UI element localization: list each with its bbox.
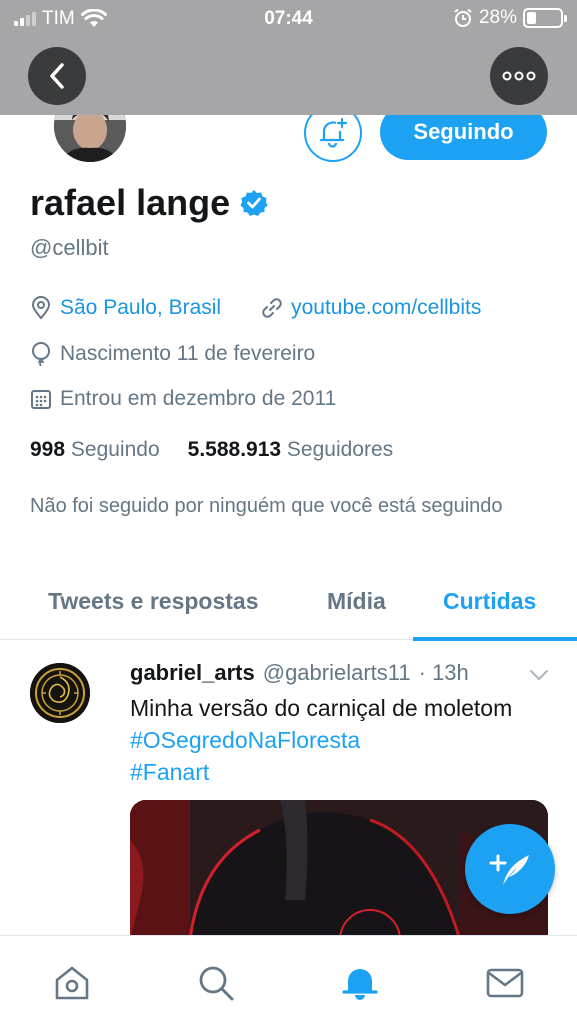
battery-fill	[527, 12, 536, 24]
tweet-author-avatar[interactable]	[30, 663, 90, 723]
profile-name: rafael lange	[30, 182, 231, 223]
link-icon	[262, 298, 282, 318]
nav-home[interactable]	[50, 961, 94, 1005]
battery-percent: 28%	[478, 7, 517, 28]
followers-count-link[interactable]: 5.588.913 Seguidores	[188, 438, 394, 462]
tab-tweets-replies[interactable]: Tweets e respostas	[48, 588, 259, 615]
status-bar: TIM 07:44 28%	[0, 0, 577, 38]
hashtag-link[interactable]: #Fanart	[130, 759, 209, 785]
birthday-text: Nascimento 11 de fevereiro	[60, 342, 316, 365]
following-count: 998	[30, 438, 66, 461]
tweet-body: Minha versão do carniçal de moletom	[130, 695, 513, 721]
search-icon	[199, 966, 234, 1001]
following-count-link[interactable]: 998 Seguindo	[30, 438, 160, 462]
nav-notifications[interactable]	[338, 961, 382, 1005]
more-options-button[interactable]	[490, 47, 548, 105]
profile-tabs: Tweets e respostas Mídia Curtidas	[0, 574, 577, 641]
chevron-down-icon	[530, 670, 548, 680]
nav-search[interactable]	[194, 961, 238, 1005]
location-pin-icon	[31, 296, 51, 320]
tab-media[interactable]: Mídia	[327, 588, 386, 615]
birthday-row: Nascimento 11 de fevereiro	[30, 342, 315, 366]
compose-tweet-icon	[489, 854, 529, 885]
tweet-time: · 13h	[418, 660, 469, 685]
verified-badge-icon	[240, 190, 268, 216]
tweet-avatar-image	[30, 663, 90, 723]
back-button[interactable]	[28, 47, 86, 105]
profile-handle: @cellbit	[30, 235, 109, 260]
tab-likes[interactable]: Curtidas	[443, 588, 536, 615]
profile-header: TIM 07:44 28%	[0, 0, 577, 115]
bottom-nav	[0, 935, 577, 1024]
hashtag-link[interactable]: #OSegredoNaFloresta	[130, 727, 360, 753]
messages-icon	[486, 968, 524, 998]
bell-plus-icon	[319, 117, 348, 148]
calendar-icon	[31, 390, 51, 409]
more-horizontal-icon	[502, 71, 536, 81]
profile-name-row: rafael lange	[30, 182, 268, 224]
active-tab-indicator	[413, 637, 577, 641]
compose-tweet-button[interactable]	[465, 824, 555, 914]
following-label: Seguindo	[70, 438, 160, 461]
tweet-author-name[interactable]: gabriel_arts	[130, 660, 255, 686]
tweet-header: gabriel_arts @gabrielarts11 · 13h	[130, 660, 469, 686]
follow-counts: 998 Seguindo 5.588.913 Seguidores	[30, 438, 393, 462]
location-website-row: São Paulo, Brasil youtube.com/cellbits	[30, 296, 481, 320]
home-icon	[55, 966, 89, 1000]
balloon-icon	[32, 342, 50, 366]
tweet-text: Minha versão do carniçal de moletom #OSe…	[130, 692, 550, 788]
followers-count: 5.588.913	[187, 438, 282, 461]
joined-row: Entrou em dezembro de 2011	[30, 387, 336, 411]
tweet-options-button[interactable]	[528, 668, 550, 687]
followers-label: Seguidores	[286, 438, 394, 461]
alarm-icon	[454, 8, 472, 27]
notifications-icon	[342, 969, 378, 1000]
tweet-author-handle[interactable]: @gabrielarts11	[263, 660, 411, 686]
website-link[interactable]: youtube.com/cellbits	[291, 296, 481, 320]
battery-icon	[523, 8, 567, 28]
chevron-left-icon	[50, 63, 64, 89]
nav-messages[interactable]	[483, 961, 527, 1005]
status-right: 28%	[453, 7, 567, 29]
location-link[interactable]: São Paulo, Brasil	[60, 296, 221, 320]
joined-text: Entrou em dezembro de 2011	[60, 387, 337, 410]
followed-by-note: Não foi seguido por ninguém que você est…	[30, 495, 503, 517]
